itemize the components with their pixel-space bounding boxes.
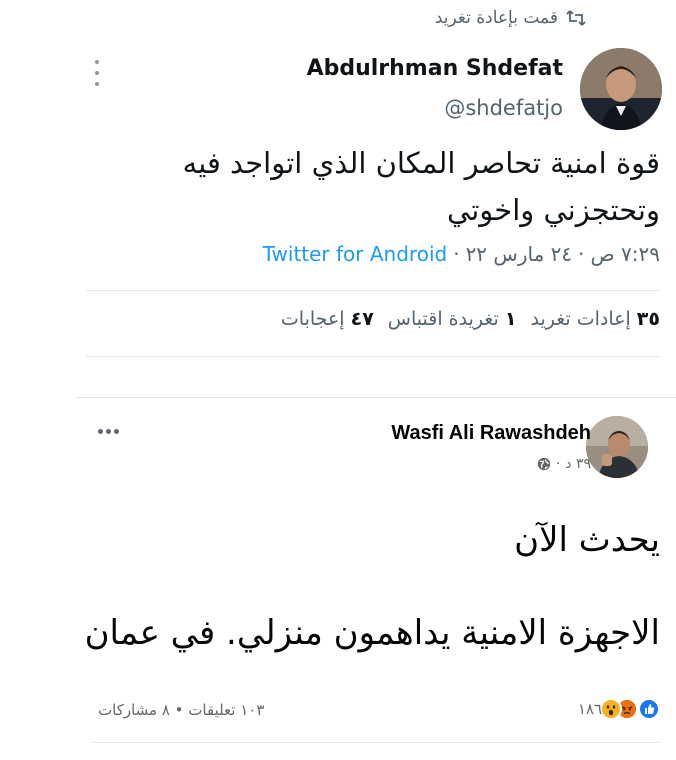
retweet-indicator: قمت بإعادة تغريد — [435, 8, 586, 28]
tweet-text-line: قوة امنية تحاصر المكان الذي اتواجد فيه — [182, 146, 660, 180]
reactions-summary[interactable]: ١٨٦ — [578, 698, 660, 720]
meta-separator: · — [578, 242, 585, 266]
tweet-time[interactable]: ٧:٢٩ ص — [590, 242, 660, 266]
retweets-stat[interactable]: ٣٥ إعادات تغريد — [530, 308, 660, 330]
divider — [86, 290, 660, 291]
meta-separator: · — [453, 242, 460, 266]
retweet-icon — [566, 9, 586, 27]
post-time[interactable]: ٣٩ د — [565, 456, 591, 472]
post-text-line: الاجهزة الامنية يداهمون منزلي. في عمان — [84, 613, 660, 653]
tweet-date[interactable]: ٢٤ مارس ٢٢ — [466, 242, 573, 266]
avatar[interactable] — [580, 48, 662, 130]
retweets-label: إعادات تغريد — [530, 308, 631, 330]
author-name[interactable]: Abdulrhman Shdefat — [307, 56, 563, 81]
facebook-post-card: Wasfi Ali Rawashdeh ٣٩ د · يحدث الآن الا… — [76, 397, 676, 760]
more-options-icon[interactable] — [93, 60, 101, 86]
author-handle[interactable]: @shdefatjo — [444, 96, 563, 120]
avatar[interactable] — [586, 416, 648, 478]
retweet-label: قمت بإعادة تغريد — [434, 8, 558, 28]
tweet-source[interactable]: Twitter for Android — [263, 242, 448, 266]
quotes-count: ١ — [504, 308, 517, 330]
tweet-meta: ٧:٢٩ ص · ٢٤ مارس ٢٢ · Twitter for Androi… — [263, 242, 660, 266]
quotes-stat[interactable]: ١ تغريدة اقتباس — [388, 308, 517, 330]
likes-count: ٤٧ — [350, 308, 374, 330]
more-options-icon[interactable] — [98, 429, 119, 434]
tweet-text: قوة امنية تحاصر المكان الذي اتواجد فيه و… — [100, 140, 660, 234]
tweet-stats: ٣٥ إعادات تغريد ١ تغريدة اقتباس ٤٧ إعجاب… — [281, 308, 660, 330]
divider — [92, 742, 660, 743]
author-name[interactable]: Wasfi Ali Rawashdeh — [391, 422, 591, 445]
likes-stat[interactable]: ٤٧ إعجابات — [281, 308, 374, 330]
meta-separator: · — [555, 456, 561, 472]
globe-icon — [537, 457, 551, 471]
like-icon — [638, 698, 660, 720]
reaction-icons — [600, 698, 660, 720]
comments-shares-count[interactable]: ١٠٣ تعليقات • ٨ مشاركات — [98, 701, 264, 719]
divider — [86, 356, 660, 357]
wow-icon — [600, 698, 622, 720]
tweet-card: قمت بإعادة تغريد Abdulrhman Shdefat @shd… — [0, 0, 676, 380]
post-text-line: يحدث الآن — [514, 520, 660, 560]
post-subtitle: ٣٩ د · — [537, 456, 591, 472]
quotes-label: تغريدة اقتباس — [387, 308, 499, 330]
tweet-text-line: وتحتجزني واخوتي — [447, 193, 660, 227]
reactions-count: ١٨٦ — [577, 700, 602, 718]
retweets-count: ٣٥ — [636, 308, 660, 330]
likes-label: إعجابات — [280, 308, 345, 330]
